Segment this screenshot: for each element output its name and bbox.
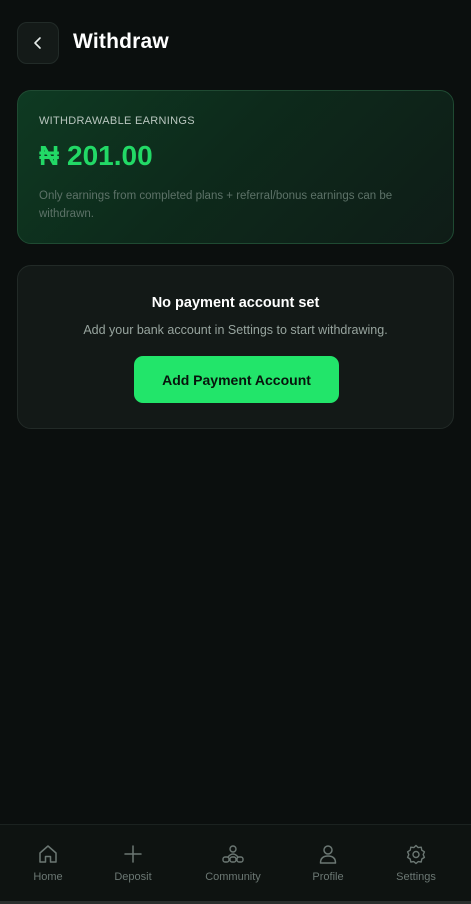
earnings-card: WITHDRAWABLE EARNINGS ₦ 201.00 Only earn… — [17, 90, 454, 244]
nav-item-home[interactable]: Home — [3, 825, 93, 897]
back-button[interactable] — [17, 22, 59, 64]
earnings-note: Only earnings from completed plans + ref… — [39, 190, 393, 220]
nav-label-deposit: Deposit — [114, 871, 152, 883]
chevron-left-icon — [31, 36, 45, 50]
earnings-label: WITHDRAWABLE EARNINGS — [39, 115, 195, 127]
profile-icon — [317, 843, 339, 865]
payment-title: No payment account set — [151, 295, 320, 311]
payment-account-card: No payment account set Add your bank acc… — [17, 265, 454, 429]
community-icon — [221, 843, 245, 865]
payment-subtitle: Add your bank account in Settings to sta… — [83, 323, 388, 337]
nav-item-settings[interactable]: Settings — [371, 825, 461, 897]
gear-icon — [405, 843, 427, 865]
bottom-nav: Home Deposit Community Profile Settings — [0, 824, 471, 904]
plus-icon — [122, 843, 144, 865]
header: Withdraw — [0, 0, 471, 88]
nav-item-deposit[interactable]: Deposit — [88, 825, 178, 897]
page-title: Withdraw — [73, 30, 169, 53]
earnings-amount: ₦ 201.00 — [39, 140, 153, 171]
home-icon — [37, 843, 59, 865]
nav-label-settings: Settings — [396, 871, 436, 883]
nav-label-profile: Profile — [312, 871, 344, 883]
nav-item-profile[interactable]: Profile — [283, 825, 373, 897]
nav-label-community: Community — [205, 871, 261, 883]
add-payment-account-button[interactable]: Add Payment Account — [134, 356, 339, 403]
nav-label-home: Home — [33, 871, 63, 883]
nav-item-community[interactable]: Community — [188, 825, 278, 897]
